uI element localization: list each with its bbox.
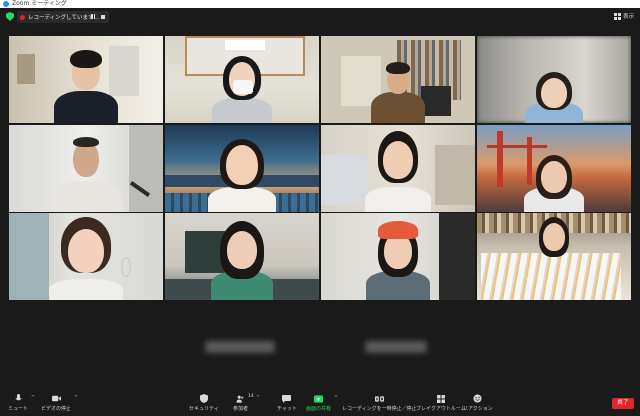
- smiley-icon: [473, 394, 482, 403]
- recording-dot-icon: [20, 14, 25, 20]
- participants-icon: [236, 394, 245, 403]
- zoom-meeting-window: Zoom ミーティング レコーディングしています... 表示 ミュート ^ ビデ…: [0, 0, 640, 416]
- participant-video-tile[interactable]: [165, 36, 319, 123]
- breakout-label: ブレイクアウトルーム: [416, 406, 466, 412]
- recording-label: レコーディングを一時停止／停止: [342, 406, 417, 412]
- recording-control-button[interactable]: レコーディングを一時停止／停止: [342, 394, 417, 412]
- participant-video-tile[interactable]: [477, 213, 631, 300]
- chevron-up-icon[interactable]: ^: [74, 395, 78, 401]
- share-label: 画面の共有: [306, 406, 332, 412]
- reactions-label: リアクション: [463, 406, 493, 412]
- chevron-up-icon[interactable]: ^: [256, 395, 260, 401]
- participants-button[interactable]: 参加者 14 ^: [233, 394, 260, 412]
- stop-recording-icon[interactable]: [101, 15, 105, 19]
- window-title: Zoom ミーティング: [12, 0, 67, 7]
- chevron-up-icon[interactable]: ^: [31, 395, 35, 401]
- pause-stop-recording-icon: [374, 394, 384, 403]
- participant-name-placeholder: [365, 341, 427, 353]
- active-speaker-video-tile[interactable]: [321, 36, 475, 123]
- microphone-icon: [14, 394, 23, 403]
- reactions-button[interactable]: リアクション: [463, 394, 493, 412]
- participant-video-tile[interactable]: [321, 213, 475, 300]
- meeting-controls-toolbar: ミュート ^ ビデオの停止 ^ セキュリティ 参加者 14 ^ チャット 画面の…: [0, 392, 640, 416]
- participant-video-tile[interactable]: [9, 125, 163, 212]
- participants-count: 14: [248, 394, 254, 399]
- share-screen-button[interactable]: 画面の共有 ^: [306, 394, 338, 412]
- end-meeting-button[interactable]: 終了: [612, 398, 634, 409]
- participant-video-tile[interactable]: [9, 213, 163, 300]
- participant-video-tile[interactable]: [165, 125, 319, 212]
- breakout-rooms-icon: [436, 394, 445, 403]
- gallery-view-icon: [613, 12, 621, 20]
- zoom-logo-icon: [3, 1, 9, 7]
- title-bar: Zoom ミーティング: [0, 0, 640, 8]
- share-screen-icon: [314, 394, 323, 403]
- recording-indicator: レコーディングしています...: [17, 11, 109, 23]
- view-button[interactable]: 表示: [613, 12, 634, 20]
- mute-button[interactable]: ミュート ^: [8, 394, 35, 412]
- shield-icon: [199, 394, 208, 403]
- security-shield-icon[interactable]: [6, 12, 14, 21]
- chevron-up-icon[interactable]: ^: [334, 395, 338, 401]
- participant-video-tile[interactable]: [477, 36, 631, 123]
- security-label: セキュリティ: [189, 406, 219, 412]
- video-label: ビデオの停止: [41, 406, 72, 412]
- chat-label: チャット: [277, 406, 297, 412]
- video-camera-icon: [51, 394, 61, 403]
- breakout-rooms-button[interactable]: ブレイクアウトルーム: [416, 394, 466, 412]
- participant-video-tile[interactable]: [321, 125, 475, 212]
- participant-video-tile[interactable]: [9, 36, 163, 123]
- pause-recording-icon[interactable]: [91, 14, 95, 20]
- view-label: 表示: [622, 14, 634, 20]
- top-toolbar: レコーディングしています... 表示: [0, 8, 640, 26]
- participants-label: 参加者: [233, 406, 249, 412]
- mute-label: ミュート: [8, 406, 29, 412]
- participant-video-tile[interactable]: [165, 213, 319, 300]
- participant-name-placeholder: [205, 341, 275, 353]
- chat-bubble-icon: [282, 394, 292, 403]
- stop-video-button[interactable]: ビデオの停止 ^: [41, 394, 78, 412]
- recording-status: レコーディングしています...: [28, 15, 99, 21]
- security-button[interactable]: セキュリティ: [189, 394, 219, 412]
- participant-video-tile[interactable]: [477, 125, 631, 212]
- chat-button[interactable]: チャット: [277, 394, 297, 412]
